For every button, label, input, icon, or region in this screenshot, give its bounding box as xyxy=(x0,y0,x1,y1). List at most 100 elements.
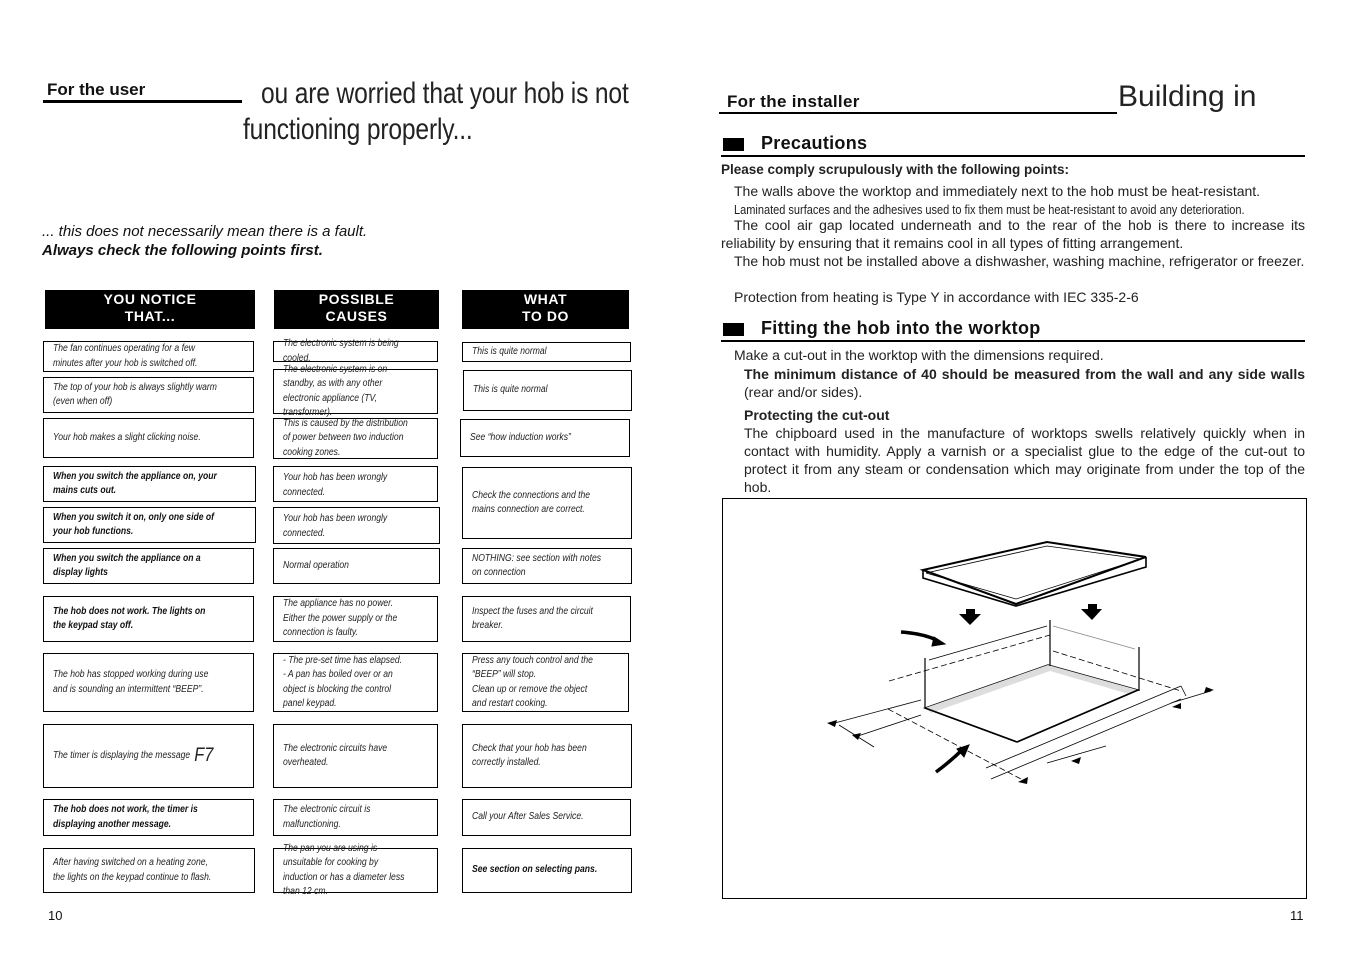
notice-cell: When you switch the appliance on, your m… xyxy=(43,466,256,502)
hob-cutout-installation-diagram-icon xyxy=(827,540,1214,784)
cell-text: - The pre-set time has elapsed. - A pan … xyxy=(283,654,403,710)
notice-cell: The hob does not work, the timer is disp… xyxy=(43,799,254,836)
action-cell: Check the connections and the mains conn… xyxy=(462,467,632,539)
notice-cell: The top of your hob is always slightly w… xyxy=(43,377,254,413)
precautions-heading: Precautions xyxy=(761,133,868,153)
installation-diagram xyxy=(722,498,1307,899)
precautions-paragraph: Protection from heating is Type Y in acc… xyxy=(734,289,1139,305)
cell-text: The electronic circuits have overheated. xyxy=(283,742,388,769)
cell-text: When you switch the appliance on, your m… xyxy=(53,470,217,497)
f7-code: F7 xyxy=(194,744,214,766)
notice-cell: Your hob makes a slight clicking noise. xyxy=(43,418,254,458)
section-rule xyxy=(43,100,242,103)
action-cell: See section on selecting pans. xyxy=(462,848,632,893)
cell-text: This is caused by the distribution of po… xyxy=(283,417,408,458)
cause-cell: The electronic circuit is malfunctioning… xyxy=(273,799,438,836)
column-header-notice: YOU NOTICE THAT... xyxy=(45,290,255,329)
action-cell: This is quite normal xyxy=(462,342,631,362)
cell-text: The top of your hob is always slightly w… xyxy=(53,381,217,408)
cell-text: See “how induction works” xyxy=(470,431,571,443)
cell-text: The electronic circuit is malfunctioning… xyxy=(283,804,371,830)
precautions-paragraph: The walls above the worktop and immediat… xyxy=(734,183,1261,199)
min-distance-rest: (rear and/or sides). xyxy=(744,384,863,400)
notice-cell: When you switch it on, only one side of … xyxy=(43,507,256,543)
fitting-paragraph: Make a cut-out in the worktop with the d… xyxy=(734,347,1104,363)
column-header-actions: WHAT TO DO xyxy=(462,290,629,329)
cell-text: Normal operation xyxy=(283,559,349,571)
section-label-installer: For the installer xyxy=(727,92,860,111)
cell-text: This is quite normal xyxy=(472,345,547,357)
worktop-cutout xyxy=(922,620,1141,743)
protecting-heading: Protecting the cut-out xyxy=(744,407,890,423)
cause-cell: The electronic system is on standby, as … xyxy=(273,364,438,418)
cell-text: The hob does not work. The lights on the… xyxy=(53,605,206,632)
column-header-line: TO DO xyxy=(521,308,570,324)
cell-text: When you switch it on, only one side of … xyxy=(53,511,215,538)
precautions-paragraph: The cool air gap located underneath and … xyxy=(721,217,1305,251)
section-rule xyxy=(721,340,1305,342)
column-header-line: POSSIBLE xyxy=(318,291,395,307)
cell-text: Check that your hob has been correctly i… xyxy=(472,742,587,769)
cell-text: Check the connections and the mains conn… xyxy=(472,489,591,516)
page-title-line-2: functioning properly... xyxy=(243,113,473,146)
cell-text: The fan continues operating for a few mi… xyxy=(53,343,198,369)
action-cell: This is quite normal xyxy=(463,370,632,411)
section-bullet-icon xyxy=(723,323,744,336)
cell-text: This is quite normal xyxy=(473,384,548,396)
page-title: Building in xyxy=(1118,80,1257,113)
section-label-user: For the user xyxy=(47,80,146,99)
cause-cell: The electronic circuits have overheated. xyxy=(273,724,438,788)
column-header-line: CAUSES xyxy=(325,308,388,324)
cell-text: Your hob makes a slight clicking noise. xyxy=(53,431,201,443)
column-header-causes: POSSIBLE CAUSES xyxy=(274,290,439,329)
fitting-min-distance: The minimum distance of 40 should be mea… xyxy=(744,365,1305,401)
cell-text: Your hob has been wrongly connected. xyxy=(283,513,388,539)
section-bullet-icon xyxy=(723,138,744,151)
hob-appliance xyxy=(919,540,1147,607)
cause-cell: The pan you are using is unsuitable for … xyxy=(273,843,438,897)
cell-text: The hob has stopped working during use a… xyxy=(53,669,209,695)
cause-cell: This is caused by the distribution of po… xyxy=(273,418,438,459)
page-number-left: 10 xyxy=(48,908,63,923)
cause-cell: Normal operation xyxy=(273,548,440,584)
page-title-line-1: ou are worried that your hob is not xyxy=(261,77,629,110)
fitting-heading: Fitting the hob into the worktop xyxy=(761,318,1041,338)
page-title: ou are worried that your hob is not func… xyxy=(243,76,629,148)
action-cell: Press any touch control and the “BEEP” w… xyxy=(462,653,629,712)
cell-text: When you switch the appliance on a displ… xyxy=(53,552,201,579)
cell-text: The appliance has no power. Either the p… xyxy=(283,598,398,639)
notice-cell: The fan continues operating for a few mi… xyxy=(43,341,254,372)
cell-text: The pan you are using is unsuitable for … xyxy=(283,842,405,898)
cell-text: Call your After Sales Service. xyxy=(472,811,584,823)
cause-cell: Your hob has been wrongly connected. xyxy=(273,507,440,544)
action-cell: NOTHING: see section with notes on conne… xyxy=(462,548,632,584)
notice-cell: When you switch the appliance on a displ… xyxy=(43,548,254,584)
cell-text: The timer is displaying the message F7 xyxy=(53,746,218,765)
notice-cell: The timer is displaying the message F7 xyxy=(43,724,254,788)
cell-text: The hob does not work, the timer is disp… xyxy=(53,804,198,830)
section-rule xyxy=(721,155,1305,157)
section-rule xyxy=(719,112,1117,114)
cell-text: The electronic system is on standby, as … xyxy=(283,363,388,419)
cell-text: After having switched on a heating zone,… xyxy=(53,857,212,883)
page-number-right: 11 xyxy=(1290,908,1304,923)
column-header-line: THAT... xyxy=(124,308,176,324)
action-cell: Check that your hob has been correctly i… xyxy=(462,724,632,788)
notice-cell: The hob has stopped working during use a… xyxy=(43,653,254,712)
cause-cell: The electronic system is being cooled. xyxy=(273,338,438,364)
cause-cell: The appliance has no power. Either the p… xyxy=(273,596,438,642)
column-header-line: WHAT xyxy=(523,291,568,307)
cell-text: Inspect the fuses and the circuit breake… xyxy=(472,605,593,632)
cause-cell: Your hob has been wrongly connected. xyxy=(273,466,438,502)
action-cell: See “how induction works” xyxy=(460,419,630,457)
notice-cell: The hob does not work. The lights on the… xyxy=(43,596,254,642)
min-distance-bold: The minimum distance of 40 should be mea… xyxy=(744,366,1305,382)
down-arrows xyxy=(959,604,1102,625)
intro-text: ... this does not necessarily mean there… xyxy=(42,223,368,240)
notice-cell: After having switched on a heating zone,… xyxy=(43,848,255,893)
precautions-lead: Please comply scrupulously with the foll… xyxy=(721,162,1070,177)
cell-text: Press any touch control and the “BEEP” w… xyxy=(472,654,593,710)
precautions-paragraph: The hob must not be installed above a di… xyxy=(734,253,1305,269)
action-cell: Inspect the fuses and the circuit breake… xyxy=(462,596,631,642)
cause-cell: - The pre-set time has elapsed. - A pan … xyxy=(273,653,438,712)
